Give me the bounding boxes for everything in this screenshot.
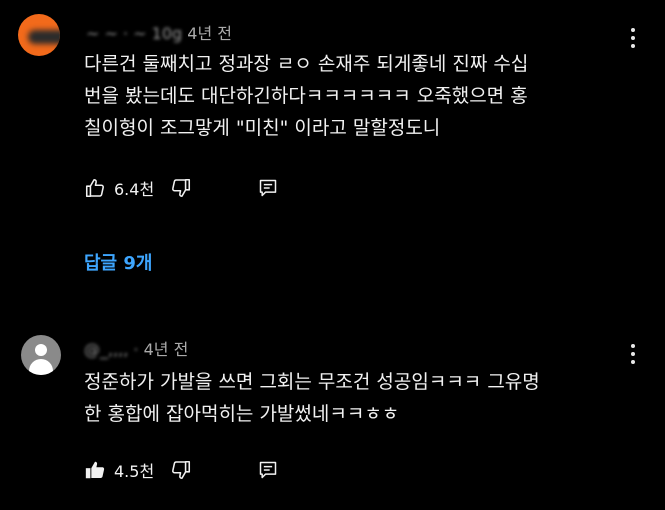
reply-icon: [259, 179, 277, 197]
thumb-up-filled-icon: [85, 461, 105, 479]
thumb-down-outline-icon: [172, 178, 191, 198]
like-button[interactable]: [84, 177, 106, 199]
comment-1: ~ ~ · ~ 10g 4년 전 다른건 둘째치고 정과장 ㄹㅇ 손재주 되게좋…: [0, 0, 665, 274]
more-options-icon[interactable]: [631, 344, 635, 368]
comment-actions: 6.4천: [84, 174, 278, 202]
reply-icon: [259, 461, 277, 479]
reply-button[interactable]: [258, 460, 278, 480]
comment-meta: ~ ~ · ~ 10g 4년 전: [84, 20, 232, 44]
thumb-down-outline-icon: [172, 460, 191, 480]
like-button[interactable]: [84, 459, 106, 481]
avatar[interactable]: [18, 14, 60, 56]
author-handle[interactable]: @_,,,, ·: [84, 340, 139, 359]
like-count: 6.4천: [114, 180, 155, 199]
dislike-button[interactable]: [170, 177, 192, 199]
comment-actions: 4.5천: [84, 456, 278, 484]
comment-text: 정준하가 가발을 쓰면 그회는 무조건 성공임ㅋㅋㅋ 그유명 한 홍합에 잡아먹…: [84, 371, 540, 425]
more-options-icon[interactable]: [631, 28, 635, 52]
reply-button[interactable]: [258, 178, 278, 198]
author-handle[interactable]: ~ ~ · ~ 10g: [84, 24, 182, 43]
avatar-default-icon[interactable]: [21, 335, 61, 375]
timestamp: 4년 전: [143, 340, 189, 359]
thumb-up-outline-icon: [85, 178, 104, 198]
like-count: 4.5천: [114, 462, 155, 481]
comment-meta: @_,,,, · 4년 전: [84, 336, 188, 360]
dislike-button[interactable]: [170, 459, 192, 481]
comment-2: @_,,,, · 4년 전 정준하가 가발을 쓰면 그회는 무조건 성공임ㅋㅋㅋ…: [0, 318, 665, 498]
timestamp: 4년 전: [187, 24, 232, 43]
comment-text: 다른건 둘째치고 정과장 ㄹㅇ 손재주 되게좋네 진짜 수십 번을 봤는데도 대…: [84, 53, 529, 139]
view-replies-button[interactable]: 답글 9개: [84, 249, 152, 275]
